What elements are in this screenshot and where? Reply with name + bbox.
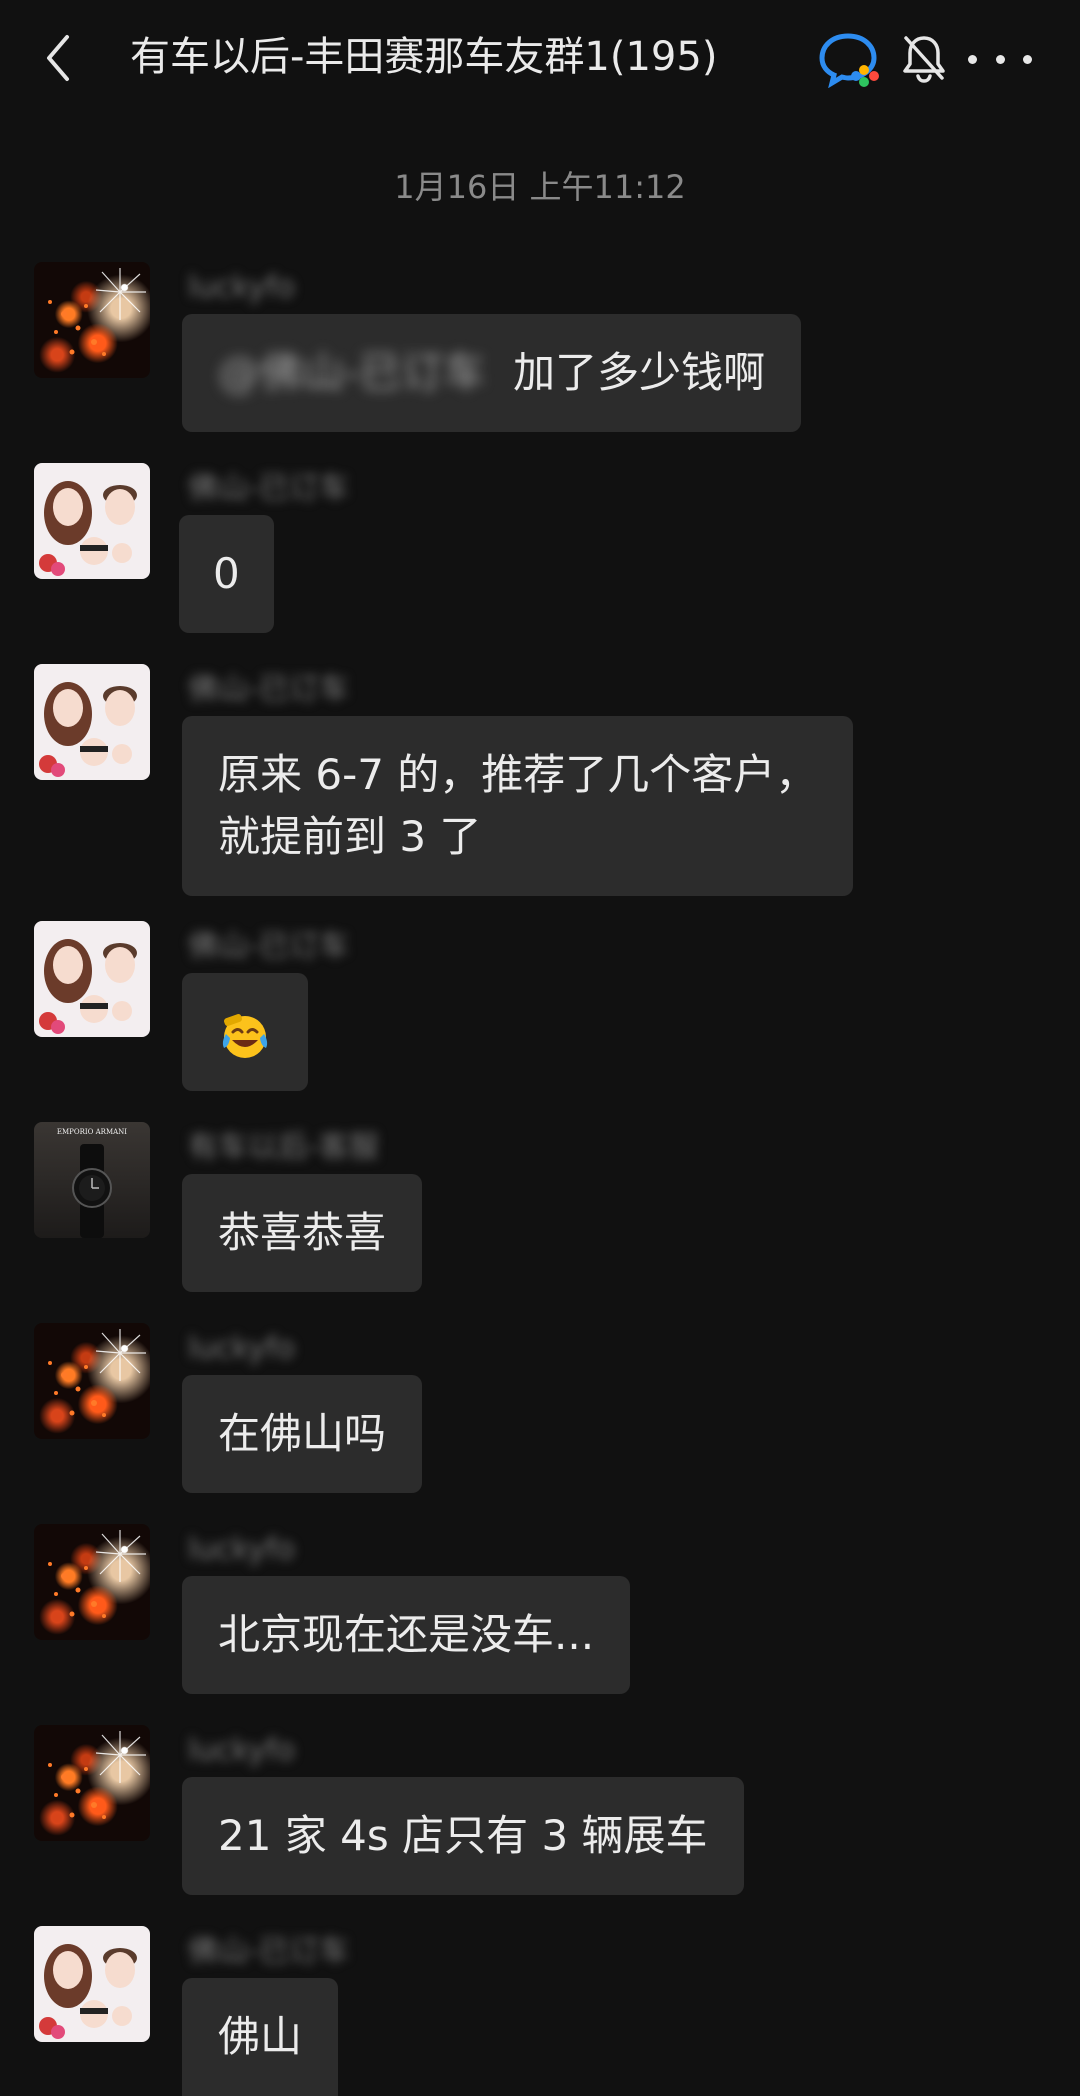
message-text: 北京现在还是没车... (218, 1610, 595, 1659)
message-bubble[interactable]: @佛山-已订车 加了多少钱啊 (182, 314, 802, 432)
more-options-button[interactable] (968, 34, 1032, 84)
message-text: 0 (213, 549, 240, 598)
couple-avatar[interactable] (34, 1926, 150, 2042)
sender-name: 佛山-已订车 (188, 929, 349, 964)
fireworks-avatar[interactable] (34, 1524, 150, 1640)
sender-name: 佛山-已订车 (188, 672, 349, 707)
message-text: 21 家 4s 店只有 3 辆展车 (218, 1811, 708, 1860)
message-bubble[interactable] (182, 973, 308, 1091)
watch-avatar[interactable]: EMPORIO ARMANI (34, 1122, 150, 1238)
face-with-tears-of-joy-icon (222, 1013, 268, 1058)
message-bubble[interactable]: 0 (179, 515, 274, 633)
sender-name: luckyfo (188, 1331, 295, 1366)
message-bubble[interactable]: 21 家 4s 店只有 3 辆展车 (182, 1777, 744, 1895)
more-dot (968, 54, 977, 64)
fireworks-avatar[interactable] (34, 1725, 150, 1841)
sender-name: 佛山-已订车 (188, 471, 349, 506)
enterprise-chat-icon[interactable] (818, 30, 882, 89)
sender-name: luckyfo (188, 1733, 295, 1768)
watch-brand-text: EMPORIO ARMANI (57, 1128, 127, 1136)
chat-header: 有车以后-丰田赛那车友群1(195) (0, 0, 1080, 120)
couple-avatar[interactable] (34, 664, 150, 780)
message-bubble[interactable]: 恭喜恭喜 (182, 1174, 423, 1292)
fireworks-avatar[interactable] (34, 1323, 150, 1439)
timestamp-divider: 1月16日 上午11:12 (394, 168, 686, 206)
message-text: 在佛山吗 (218, 1409, 387, 1458)
message-text: 加了多少钱啊 (513, 348, 766, 397)
message-bubble[interactable]: 佛山 (182, 1978, 339, 2096)
chat-title[interactable]: 有车以后-丰田赛那车友群1(195) (130, 28, 820, 86)
more-dot (1023, 54, 1032, 64)
message-text-line: 就提前到 3 了 (218, 812, 482, 861)
couple-avatar[interactable] (34, 463, 150, 579)
couple-avatar[interactable] (34, 921, 150, 1037)
message-text: 佛山 (218, 2012, 303, 2061)
sender-name: luckyfo (188, 1532, 295, 1567)
sender-name: luckyfo (188, 270, 295, 305)
message-text-line: 原来 6-7 的，推荐了几个客户， (218, 750, 818, 799)
more-dot (995, 54, 1005, 64)
message-bubble[interactable]: 原来 6-7 的，推荐了几个客户， 就提前到 3 了 (182, 716, 854, 896)
message-bubble[interactable]: 北京现在还是没车... (182, 1576, 631, 1694)
sender-name: 有车以后-客服 (188, 1130, 379, 1165)
mention-tag[interactable]: @佛山-已订车 (218, 342, 485, 404)
sender-name: 佛山-已订车 (188, 1934, 349, 1969)
fireworks-avatar[interactable] (34, 262, 150, 378)
message-bubble[interactable]: 在佛山吗 (182, 1375, 423, 1493)
bell-off-icon[interactable] (900, 32, 948, 84)
back-button[interactable] (28, 26, 88, 90)
chevron-left-icon (47, 35, 69, 81)
message-text: 恭喜恭喜 (218, 1208, 387, 1257)
